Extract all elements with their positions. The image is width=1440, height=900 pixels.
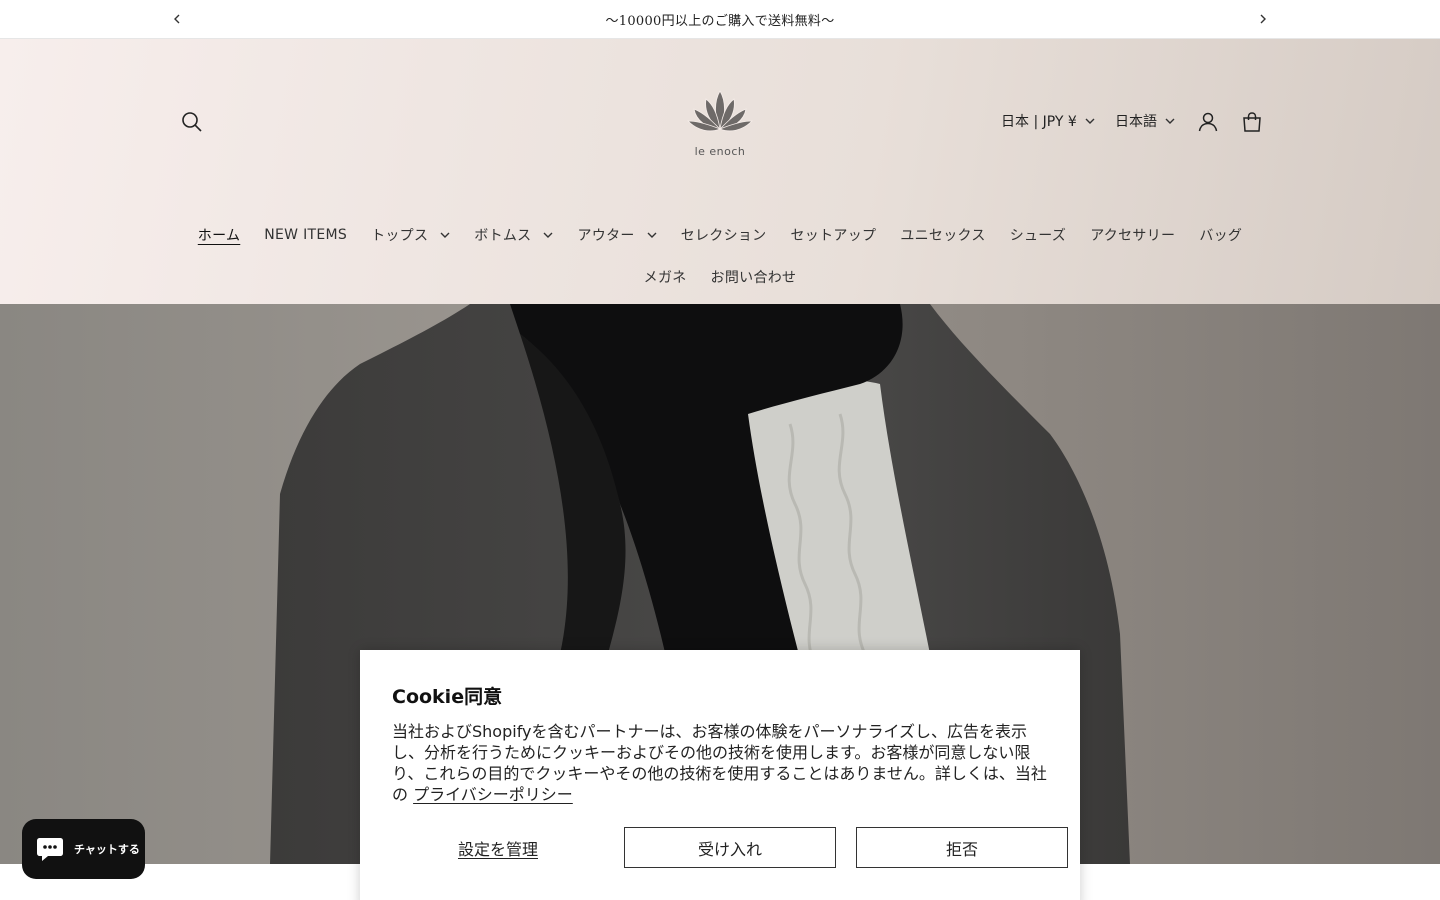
nav-item-label: アウター <box>577 228 635 244</box>
nav-item-label: お問い合わせ <box>710 270 797 286</box>
site-logo[interactable]: le enoch <box>670 87 770 165</box>
announcement-bar: 〜10000円以上のご購入で送料無料〜 <box>0 0 1440 39</box>
nav-item-accessories[interactable]: アクセサリー <box>1078 225 1187 245</box>
nav-item-selection[interactable]: セレクション <box>669 225 779 245</box>
nav-item-new-items[interactable]: NEW ITEMS <box>252 227 359 243</box>
nav-item-tops[interactable]: トップス <box>359 225 462 245</box>
search-button[interactable] <box>172 102 212 142</box>
nav-item-home[interactable]: ホーム <box>186 225 252 245</box>
nav-item-outer[interactable]: アウター <box>565 225 668 245</box>
manage-settings-button[interactable]: 設定を管理 <box>392 827 604 868</box>
nav-item-label: バッグ <box>1199 228 1243 244</box>
nav-item-label: ユニセックス <box>900 228 986 244</box>
chat-label: チャットする <box>74 843 140 856</box>
language-selector[interactable]: 日本語 <box>1115 111 1175 131</box>
chevron-left-icon <box>174 14 180 24</box>
account-icon <box>1198 112 1218 132</box>
nav-item-bottoms[interactable]: ボトムス <box>462 225 565 245</box>
nav-item-label: セレクション <box>680 228 767 244</box>
logo-text: le enoch <box>694 145 746 158</box>
chevron-down-icon <box>440 232 450 238</box>
nav-item-setup[interactable]: セットアップ <box>779 225 889 245</box>
chevron-right-icon <box>1260 14 1266 24</box>
cart-icon <box>1243 112 1261 132</box>
nav-item-label: セットアップ <box>790 228 877 244</box>
nav-item-label: ボトムス <box>474 228 532 244</box>
accept-button[interactable]: 受け入れ <box>624 827 836 868</box>
main-nav-row2: メガネ お問い合わせ <box>0 267 1440 287</box>
account-button[interactable] <box>1188 102 1228 142</box>
nav-item-contact[interactable]: お問い合わせ <box>699 267 809 287</box>
main-nav: ホーム NEW ITEMS トップス ボトムス アウター セレクション セットア… <box>0 225 1440 245</box>
nav-item-label: シューズ <box>1009 228 1067 244</box>
lotus-logo-icon <box>687 90 753 132</box>
nav-item-label: アクセサリー <box>1090 228 1176 244</box>
nav-item-bags[interactable]: バッグ <box>1187 225 1254 245</box>
announcement-text: 〜10000円以上のご購入で送料無料〜 <box>605 13 835 29</box>
cookie-body: 当社およびShopifyを含むパートナーは、お客様の体験をパーソナライズし、広告… <box>392 721 1048 805</box>
nav-item-label: メガネ <box>643 270 687 286</box>
site-header: le enoch 日本 | JPY ¥ 日本語 ホーム NEW ITEMS トッ… <box>0 39 1440 304</box>
decline-button[interactable]: 拒否 <box>856 827 1068 868</box>
announcement-prev-button[interactable] <box>167 9 187 29</box>
chevron-down-icon <box>543 232 553 238</box>
nav-item-glasses[interactable]: メガネ <box>632 267 699 287</box>
chevron-down-icon <box>1165 118 1175 124</box>
nav-item-label: ホーム <box>197 228 241 244</box>
country-selector-label: 日本 | JPY ¥ <box>1001 114 1077 130</box>
privacy-policy-link[interactable]: プライバシーポリシー <box>413 785 573 804</box>
cookie-actions: 設定を管理 受け入れ 拒否 <box>392 827 1068 868</box>
announcement-next-button[interactable] <box>1253 9 1273 29</box>
cookie-consent-dialog: Cookie同意 当社およびShopifyを含むパートナーは、お客様の体験をパー… <box>360 650 1080 900</box>
chat-bubble-icon <box>37 838 63 861</box>
cart-button[interactable] <box>1232 102 1272 142</box>
nav-item-shoes[interactable]: シューズ <box>998 225 1079 245</box>
nav-item-label: トップス <box>371 228 429 244</box>
cookie-title: Cookie同意 <box>392 686 503 708</box>
nav-item-label: NEW ITEMS <box>264 227 348 243</box>
language-selector-label: 日本語 <box>1115 114 1157 130</box>
search-icon <box>182 112 202 132</box>
chevron-down-icon <box>1085 118 1095 124</box>
nav-item-unisex[interactable]: ユニセックス <box>888 225 997 245</box>
chat-button[interactable]: チャットする <box>22 819 145 879</box>
country-selector[interactable]: 日本 | JPY ¥ <box>1001 111 1095 131</box>
chevron-down-icon <box>647 232 657 238</box>
